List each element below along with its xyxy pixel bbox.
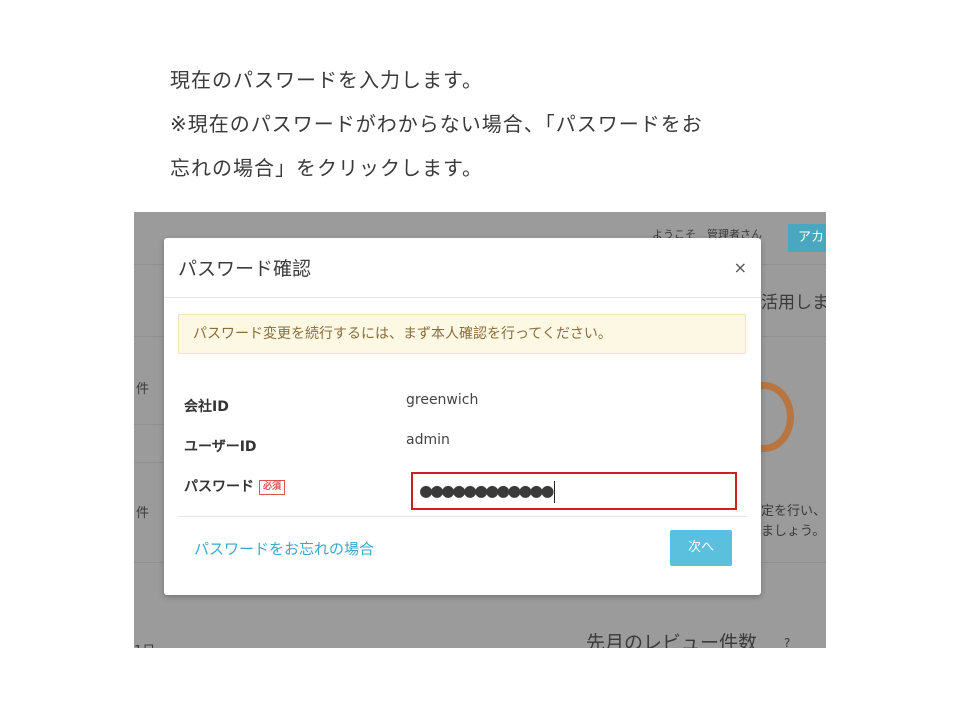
side-heading: 活用しま bbox=[761, 293, 826, 313]
instruction-text: 現在のパスワードを入力します。 ※現在のパスワードがわからない場合、「パスワード… bbox=[170, 58, 870, 190]
password-mask: ●●●●●●●●●●●● bbox=[420, 478, 555, 503]
alert-message: パスワード変更を続行するには、まず本人確認を行ってください。 bbox=[178, 314, 746, 354]
note-line-1: 定を行い、 bbox=[761, 504, 826, 519]
close-icon[interactable]: × bbox=[734, 258, 747, 277]
password-label: パスワード 必須 bbox=[184, 476, 286, 496]
dialog-title: パスワード確認 bbox=[178, 258, 312, 280]
dialog-footer-divider bbox=[178, 516, 747, 517]
reviews-heading: 先月のレビュー件数 bbox=[586, 632, 758, 648]
count-unit-2: 件 bbox=[136, 506, 150, 521]
app-screenshot: ようこそ 管理者さん アカ 活用しま 件 件 定を行い、 ましょう。 先月のレビ… bbox=[134, 212, 826, 648]
user-id-label: ユーザーID bbox=[184, 439, 257, 455]
user-id-value: admin bbox=[406, 432, 450, 448]
dialog-header-divider bbox=[164, 297, 761, 298]
help-circle-icon[interactable]: ? bbox=[784, 636, 790, 648]
row-divider bbox=[134, 462, 164, 463]
password-confirm-dialog: パスワード確認 × パスワード変更を続行するには、まず本人確認を行ってください。… bbox=[164, 238, 761, 595]
date-label: 1日 bbox=[134, 640, 155, 648]
forgot-password-link[interactable]: パスワードをお忘れの場合 bbox=[194, 538, 374, 559]
note-line-2: ましょう。 bbox=[761, 524, 826, 539]
required-badge: 必須 bbox=[259, 479, 286, 495]
instruction-line-3: 忘れの場合」をクリックします。 bbox=[170, 156, 483, 180]
company-id-label: 会社ID bbox=[184, 399, 229, 415]
count-unit-1: 件 bbox=[136, 382, 150, 397]
instruction-line-2: ※現在のパスワードがわからない場合、「パスワードをお bbox=[170, 112, 703, 136]
text-caret bbox=[553, 480, 555, 503]
row-divider bbox=[134, 424, 164, 425]
password-label-text: パスワード bbox=[184, 479, 254, 495]
next-button[interactable]: 次へ bbox=[670, 530, 732, 566]
instruction-line-1: 現在のパスワードを入力します。 bbox=[170, 68, 483, 92]
password-input[interactable]: ●●●●●●●●●●●● bbox=[411, 472, 737, 510]
company-id-value: greenwich bbox=[406, 392, 479, 408]
account-button[interactable]: アカ bbox=[788, 224, 826, 252]
